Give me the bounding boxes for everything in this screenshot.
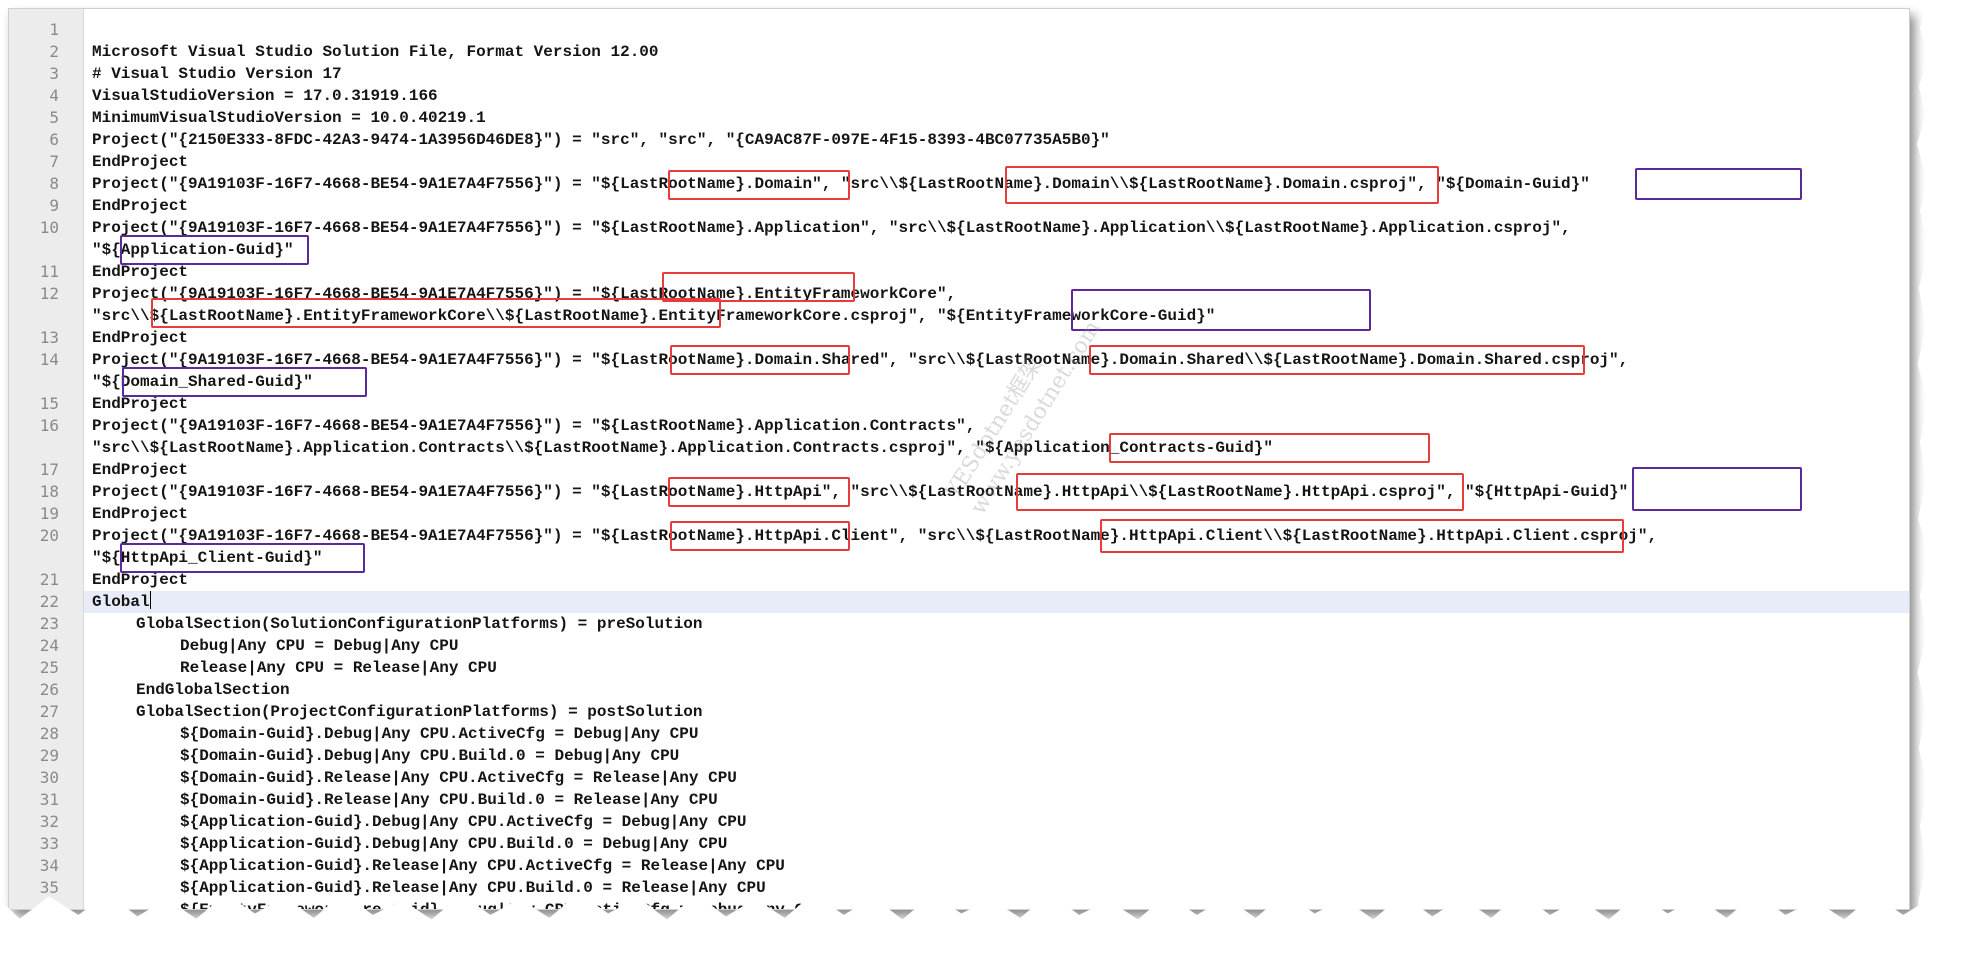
code-line: ${Application-Guid}.Release|Any CPU.Acti…: [180, 857, 785, 875]
code-line-current: Global: [92, 591, 151, 613]
current-line-highlight: [84, 591, 1909, 613]
line-number: 35: [39, 878, 59, 897]
red-highlight-box: [1016, 473, 1464, 511]
code-line: Project("{9A19103F-16F7-4668-BE54-9A1E7A…: [92, 417, 976, 435]
code-line-text: Global: [92, 593, 150, 611]
line-number: 9: [49, 196, 59, 215]
line-number: 33: [39, 834, 59, 853]
line-number: 29: [39, 746, 59, 765]
purple-highlight-box: [120, 235, 309, 265]
code-line: ${Application-Guid}.Debug|Any CPU.Build.…: [180, 835, 728, 853]
text-editor-window: 1 2 3 4 5 6 7 8 9 10 11 12 13 14 15 16 1…: [8, 8, 1910, 910]
code-line: GlobalSection(ProjectConfigurationPlatfo…: [136, 703, 703, 721]
line-number: 15: [39, 394, 59, 413]
code-line: Release|Any CPU = Release|Any CPU: [180, 659, 497, 677]
text-caret: [149, 591, 151, 609]
code-line: ${Domain-Guid}.Debug|Any CPU.Build.0 = D…: [180, 747, 680, 765]
code-line: ${Application-Guid}.Release|Any CPU.Buil…: [180, 879, 766, 897]
line-number: 5: [49, 108, 59, 127]
line-number: 16: [39, 416, 59, 435]
line-number: 6: [49, 130, 59, 149]
line-number: 24: [39, 636, 59, 655]
line-number: 27: [39, 702, 59, 721]
red-highlight-box: [668, 170, 850, 200]
code-line: EndProject: [92, 461, 189, 479]
line-number: 21: [39, 570, 59, 589]
purple-highlight-box: [1632, 467, 1802, 511]
red-highlight-box: [670, 345, 850, 375]
code-line: ${Application-Guid}.Debug|Any CPU.Active…: [180, 813, 747, 831]
line-number: 28: [39, 724, 59, 743]
line-number: 22: [39, 592, 59, 611]
line-number: 31: [39, 790, 59, 809]
code-line: EndProject: [92, 505, 189, 523]
line-number: 19: [39, 504, 59, 523]
line-number: 3: [49, 64, 59, 83]
red-highlight-box: [668, 477, 850, 507]
code-line: Microsoft Visual Studio Solution File, F…: [92, 43, 659, 61]
line-number: 8: [49, 174, 59, 193]
code-line: GlobalSection(SolutionConfigurationPlatf…: [136, 615, 703, 633]
line-number: 25: [39, 658, 59, 677]
red-highlight-box: [1109, 433, 1430, 463]
code-line: Debug|Any CPU = Debug|Any CPU: [180, 637, 459, 655]
line-number: 10: [39, 218, 59, 237]
line-number: 26: [39, 680, 59, 699]
purple-highlight-box: [122, 367, 367, 397]
red-highlight-box: [670, 521, 850, 551]
line-number: 17: [39, 460, 59, 479]
line-number: 18: [39, 482, 59, 501]
red-highlight-box: [151, 298, 721, 328]
code-line: # Visual Studio Version 17: [92, 65, 342, 83]
purple-highlight-box: [1635, 168, 1802, 200]
code-line: EndProject: [92, 197, 189, 215]
code-line: EndProject: [92, 329, 189, 347]
red-highlight-box: [1089, 345, 1585, 375]
code-line: Project("{2150E333-8FDC-42A3-9474-1A3956…: [92, 131, 1110, 149]
code-line: EndProject: [92, 153, 189, 171]
line-number-gutter: 1 2 3 4 5 6 7 8 9 10 11 12 13 14 15 16 1…: [9, 9, 84, 909]
code-area[interactable]: Microsoft Visual Studio Solution File, F…: [84, 9, 1909, 909]
line-number: 30: [39, 768, 59, 787]
code-line: EndGlobalSection: [136, 681, 290, 699]
torn-edge-right: [1917, 0, 1962, 960]
line-number: 14: [39, 350, 59, 369]
line-number: 32: [39, 812, 59, 831]
line-number: 2: [49, 42, 59, 61]
code-line: VisualStudioVersion = 17.0.31919.166: [92, 87, 438, 105]
code-line: ${Domain-Guid}.Debug|Any CPU.ActiveCfg =…: [180, 725, 699, 743]
line-number: 1: [49, 20, 59, 39]
line-number: 12: [39, 284, 59, 303]
line-number: 23: [39, 614, 59, 633]
code-line: ${Domain-Guid}.Release|Any CPU.Build.0 =…: [180, 791, 718, 809]
line-number: 11: [39, 262, 59, 281]
code-line: "src\\${LastRootName}.Application.Contra…: [92, 439, 1273, 457]
line-number: 34: [39, 856, 59, 875]
purple-highlight-box: [120, 543, 365, 573]
red-highlight-box: [1005, 166, 1439, 204]
red-highlight-box: [1100, 519, 1624, 553]
code-line: Project("{9A19103F-16F7-4668-BE54-9A1E7A…: [92, 219, 1571, 237]
line-number: 13: [39, 328, 59, 347]
line-number: 4: [49, 86, 59, 105]
line-number: 20: [39, 526, 59, 545]
code-line: ${Domain-Guid}.Release|Any CPU.ActiveCfg…: [180, 769, 737, 787]
purple-highlight-box: [1071, 289, 1371, 331]
code-line: MinimumVisualStudioVersion = 10.0.40219.…: [92, 109, 486, 127]
line-number: 7: [49, 152, 59, 171]
